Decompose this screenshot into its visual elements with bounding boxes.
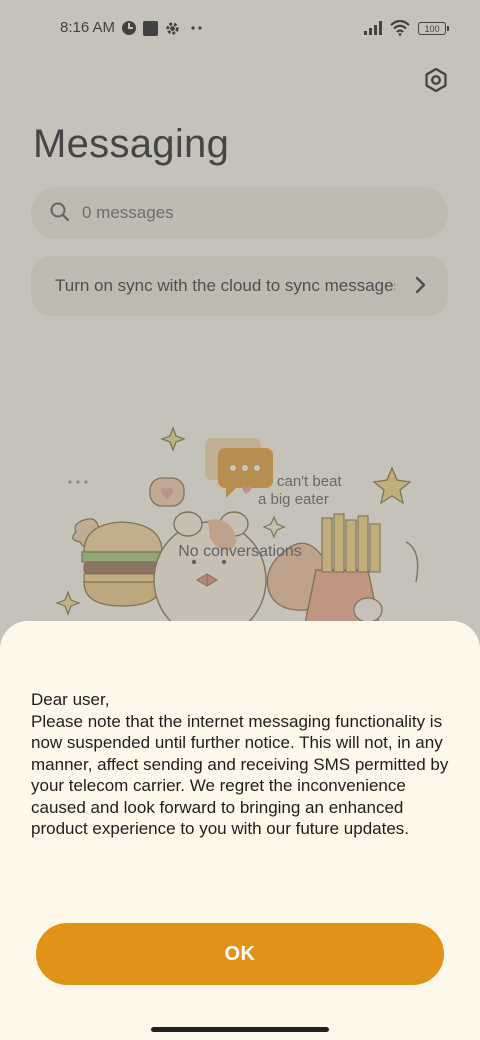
notice-dialog: Dear user, Please note that the internet… — [0, 621, 480, 1040]
dialog-message: Dear user, Please note that the internet… — [31, 690, 449, 838]
home-indicator[interactable] — [151, 1027, 329, 1032]
ok-button[interactable]: OK — [36, 923, 444, 985]
messaging-screen: 8:16 AM 100 Messaging 0 messages Turn on… — [0, 0, 480, 1040]
